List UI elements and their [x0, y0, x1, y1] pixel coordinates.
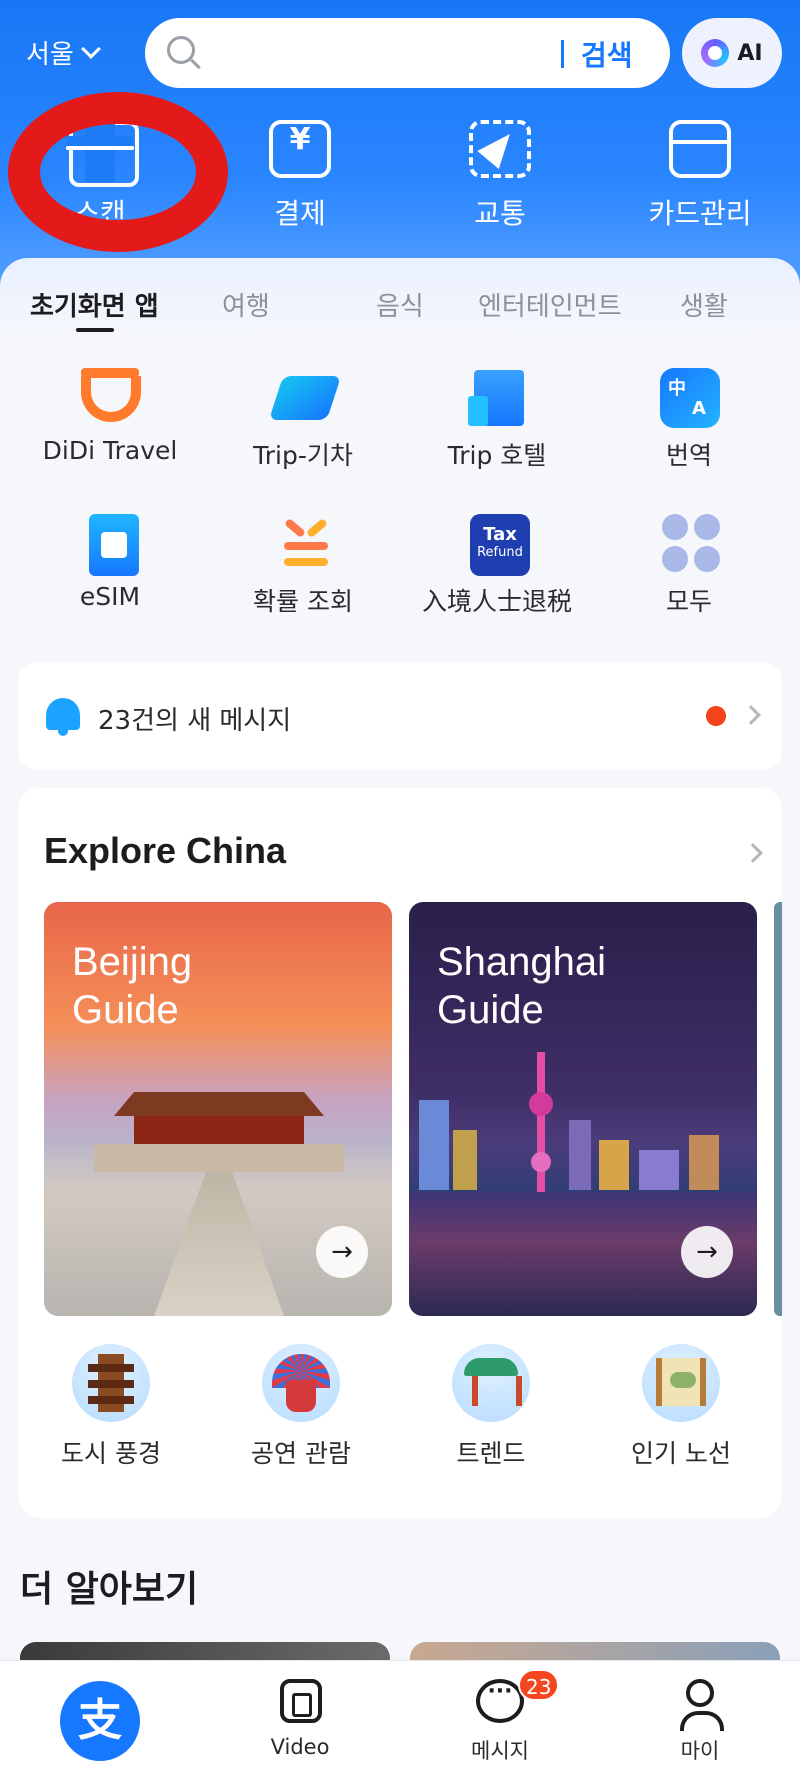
chevron-right-icon[interactable] — [743, 843, 763, 863]
profile-icon — [676, 1679, 724, 1731]
top-bar: 서울 검색 AI — [0, 16, 800, 90]
card-wallet-icon — [667, 118, 733, 182]
pagoda-icon — [72, 1344, 150, 1422]
app-label: DiDi Travel — [42, 436, 178, 465]
nav-label: Video — [270, 1735, 330, 1759]
explore-title: Explore China — [44, 830, 287, 871]
app-more[interactable]: 모두 — [594, 514, 784, 618]
transport-icon — [467, 118, 533, 182]
quick-action-label: 교통 — [474, 197, 526, 230]
app-label: 모두 — [665, 587, 712, 616]
scroll-map-icon — [642, 1344, 720, 1422]
app-label: Trip-기차 — [253, 441, 353, 470]
shanghai-guide-card[interactable]: Shanghai Guide → — [409, 902, 757, 1316]
ai-label: AI — [737, 40, 763, 66]
more-apps-icon — [658, 514, 720, 574]
esim-icon — [79, 514, 141, 576]
exchange-rate-icon — [272, 514, 334, 574]
nav-my[interactable]: 마이 — [625, 1679, 775, 1765]
category-city-scenery[interactable]: 도시 풍경 — [18, 1344, 206, 1470]
category-label: 인기 노선 — [631, 1439, 731, 1468]
explore-china-card: Explore China Beijing Guide → Shanghai G… — [18, 788, 782, 1518]
app-label: 확률 조회 — [253, 587, 353, 616]
app-translate[interactable]: 中 A 번역 — [594, 368, 784, 472]
category-performance[interactable]: 공연 관람 — [206, 1344, 396, 1470]
guide-title: Beijing Guide — [72, 940, 193, 1032]
search-bar[interactable]: 검색 — [145, 18, 670, 88]
app-didi-travel[interactable]: DiDi Travel — [15, 368, 205, 465]
next-guide-card-peek[interactable] — [774, 902, 782, 1316]
arrow-right-icon[interactable]: → — [681, 1226, 733, 1278]
payment-icon: ¥ — [267, 118, 333, 182]
nav-label: 마이 — [680, 1739, 720, 1763]
category-label: 도시 풍경 — [61, 1439, 161, 1468]
beijing-guide-card[interactable]: Beijing Guide → — [44, 902, 392, 1316]
active-tab-indicator — [76, 328, 114, 332]
ai-logo-icon — [701, 39, 730, 67]
search-divider — [561, 40, 564, 68]
app-esim[interactable]: eSIM — [15, 514, 205, 611]
app-trip-hotel[interactable]: Trip 호텔 — [402, 368, 592, 472]
arrow-right-icon[interactable]: → — [316, 1226, 368, 1278]
search-button[interactable]: 검색 — [581, 34, 633, 74]
oriental-pearl-tower — [529, 1052, 553, 1212]
new-messages-card[interactable]: 23건의 새 메시지 — [18, 662, 782, 770]
explore-categories: 도시 풍경 공연 관람 트렌드 인기 노선 — [18, 1344, 782, 1494]
unread-dot — [706, 706, 726, 726]
app-tax-refund[interactable]: Tax Refund 入境人士退税 — [402, 514, 592, 618]
app-label: eSIM — [79, 582, 141, 611]
hotel-icon — [466, 368, 528, 428]
bottom-navigation: 支 Video 메시지 23 마이 — [0, 1660, 800, 1780]
train-icon — [268, 368, 342, 428]
chevron-right-icon — [741, 705, 761, 725]
annotation-highlight-circle — [8, 92, 228, 252]
app-label: 入境人士退税 — [421, 587, 572, 616]
category-label: 트렌드 — [456, 1439, 526, 1468]
message-count-badge: 23 — [518, 1669, 560, 1701]
quick-action-payment[interactable]: ¥ 결제 — [225, 118, 375, 232]
tab-home-apps[interactable]: 초기화면 앱 — [30, 286, 159, 323]
tab-food[interactable]: 음식 — [376, 286, 424, 323]
quick-action-transport[interactable]: 교통 — [425, 118, 575, 232]
category-popular-routes[interactable]: 인기 노선 — [586, 1344, 776, 1470]
search-icon — [167, 36, 195, 64]
translate-icon: 中 A — [658, 368, 720, 428]
message-icon — [476, 1679, 524, 1725]
tab-travel[interactable]: 여행 — [222, 286, 270, 323]
category-trend[interactable]: 트렌드 — [396, 1344, 586, 1470]
city-label: 서울 — [26, 40, 74, 70]
learn-more-title: 더 알아보기 — [20, 1569, 199, 1610]
tab-entertainment[interactable]: 엔터테인먼트 — [478, 286, 622, 323]
nav-label: 메시지 — [471, 1739, 529, 1763]
category-tabs: 초기화면 앱 여행 음식 엔터테인먼트 생활 — [0, 286, 800, 336]
category-label: 공연 관람 — [251, 1439, 351, 1468]
quick-action-label: 카드관리 — [648, 197, 752, 230]
app-exchange-rate[interactable]: 확률 조회 — [208, 514, 398, 618]
opera-icon — [262, 1344, 340, 1422]
didi-icon — [79, 368, 141, 428]
video-icon — [276, 1679, 324, 1725]
app-label: Trip 호텔 — [447, 441, 547, 470]
guide-title: Shanghai Guide — [437, 940, 607, 1032]
forbidden-city-image — [94, 1092, 344, 1172]
pavilion-icon — [452, 1344, 530, 1422]
tax-refund-icon: Tax Refund — [466, 514, 530, 576]
nav-video[interactable]: Video — [225, 1679, 375, 1759]
ai-assistant-button[interactable]: AI — [682, 18, 782, 88]
alipay-home-icon[interactable]: 支 — [60, 1681, 140, 1761]
new-messages-text: 23건의 새 메시지 — [98, 706, 292, 736]
quick-action-cards[interactable]: 카드관리 — [625, 118, 775, 232]
app-trip-train[interactable]: Trip-기차 — [208, 368, 398, 472]
quick-action-label: 결제 — [274, 197, 326, 230]
tab-life[interactable]: 생활 — [680, 286, 728, 323]
bell-icon — [46, 698, 80, 736]
city-selector[interactable]: 서울 — [26, 34, 101, 71]
chevron-down-icon — [80, 38, 101, 59]
app-label: 번역 — [665, 441, 712, 470]
app-grid: DiDi Travel Trip-기차 Trip 호텔 中 A 번역 eSIM — [0, 368, 800, 628]
